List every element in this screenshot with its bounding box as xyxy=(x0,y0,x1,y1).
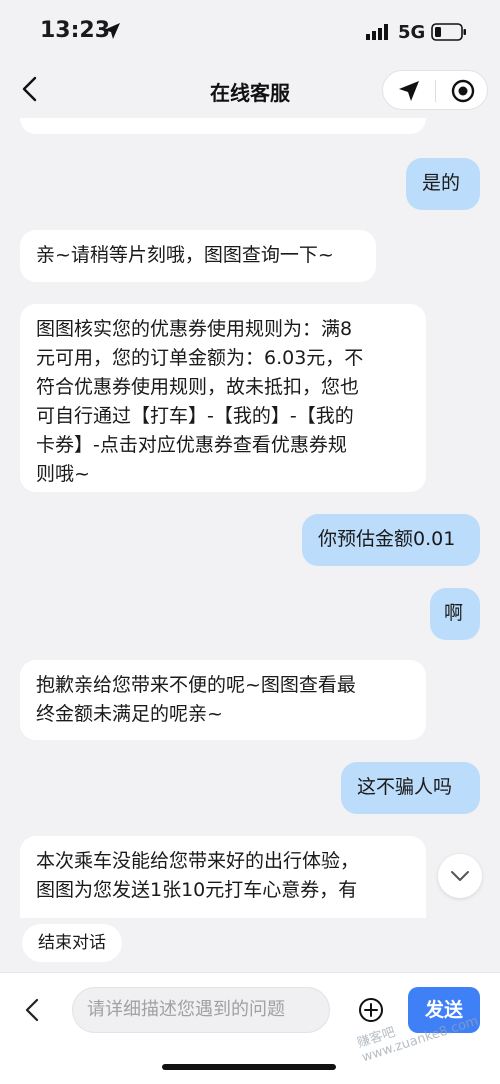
status-bar: 13:23 5G xyxy=(0,0,500,62)
target-circle-icon[interactable] xyxy=(449,77,477,105)
chat-area[interactable]: 是的 亲~请稍等片刻哦，图图查询一下~ 图图核实您的优惠券使用规则为：满8 元可… xyxy=(0,118,500,918)
message-bubble xyxy=(20,118,426,134)
message-input[interactable]: 请详细描述您遇到的问题 xyxy=(72,987,330,1033)
network-type: 5G xyxy=(398,22,426,43)
end-chat-button[interactable]: 结束对话 xyxy=(22,924,122,962)
scroll-down-button[interactable] xyxy=(438,854,482,898)
message-bubble: 本次乘车没能给您带来好的出行体验， 图图为您发送1张10元打车心意券，有 xyxy=(20,836,426,918)
message-bubble: 是的 xyxy=(406,158,480,210)
battery-icon xyxy=(431,23,466,41)
message-bubble: 抱歉亲给您带来不便的呢~图图查看最 终金额未满足的呢亲~ xyxy=(20,660,426,740)
plus-circle-icon[interactable] xyxy=(356,995,386,1025)
mini-program-capsule xyxy=(382,70,488,110)
location-arrow-icon xyxy=(104,23,120,39)
message-bubble: 这不骗人吗 xyxy=(341,762,480,814)
back-chevron-icon[interactable] xyxy=(18,995,48,1025)
message-bubble: 你预估金额0.01 xyxy=(302,514,480,566)
message-bubble: 图图核实您的优惠券使用规则为：满8 元可用，您的订单金额为：6.03元，不 符合… xyxy=(20,304,426,492)
signal-icon xyxy=(366,24,388,40)
home-indicator xyxy=(162,1064,336,1070)
status-time: 13:23 xyxy=(40,18,111,43)
chevron-down-icon xyxy=(451,871,469,881)
message-bubble: 亲~请稍等片刻哦，图图查询一下~ xyxy=(20,230,376,282)
message-bubble: 啊 xyxy=(430,588,480,640)
capsule-divider xyxy=(435,80,436,102)
navigate-icon[interactable] xyxy=(395,77,423,105)
nav-bar: 在线客服 xyxy=(0,62,500,118)
